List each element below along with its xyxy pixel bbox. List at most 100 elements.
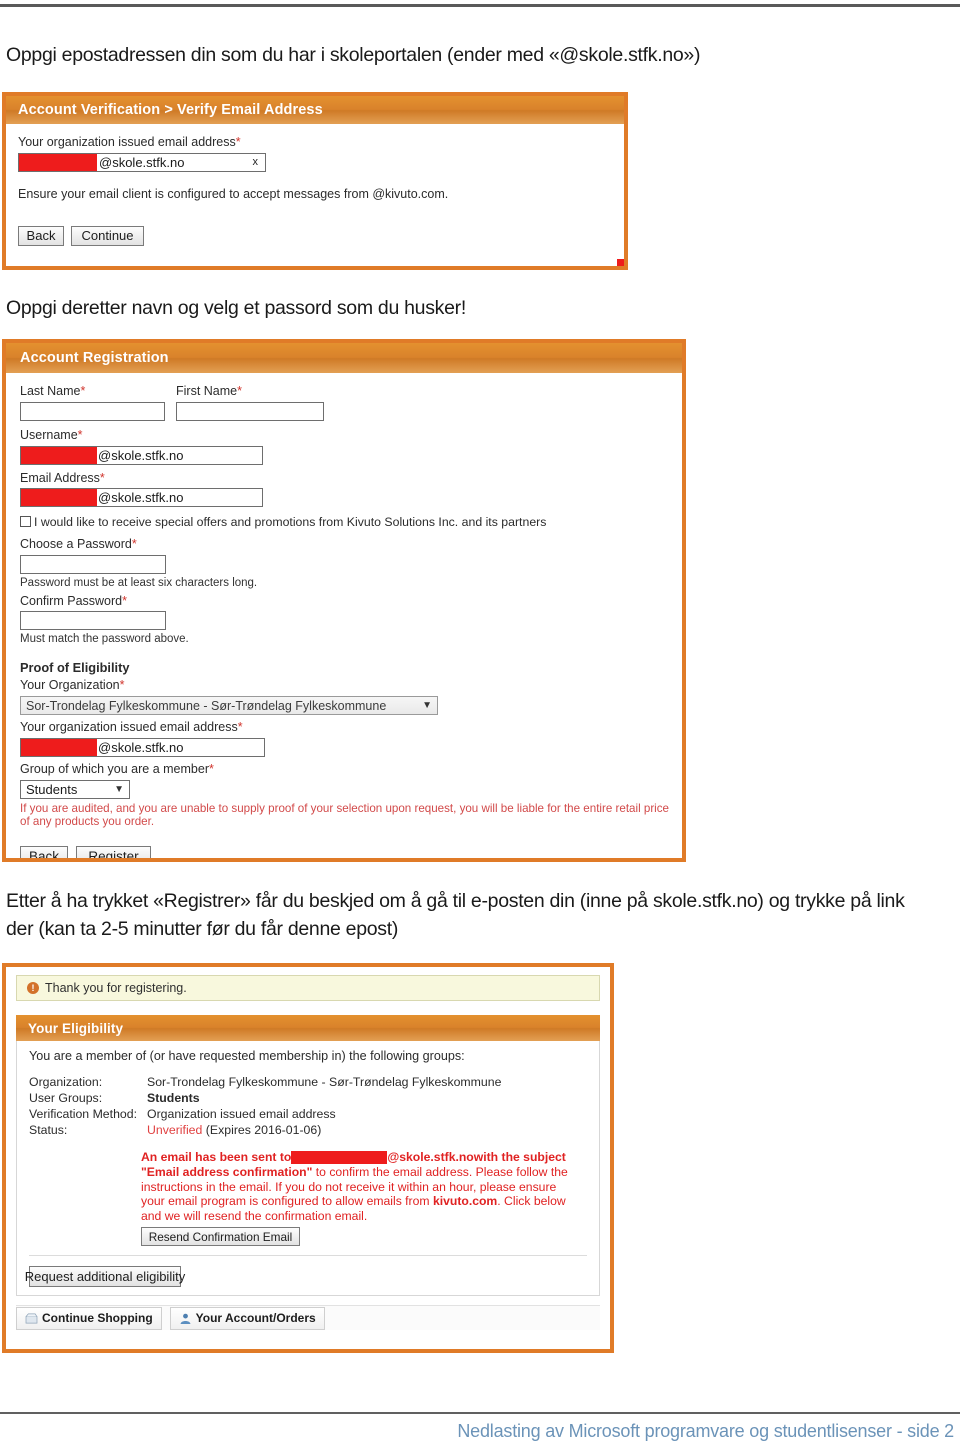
continue-shopping-button[interactable]: Continue Shopping <box>16 1306 162 1330</box>
password-input[interactable] <box>20 554 166 574</box>
account-verification-body: Your organization issued email address* … <box>6 124 624 246</box>
eligibility-intro-text: You are a member of (or have requested m… <box>29 1049 465 1063</box>
message-line-4-prefix: your email program is configured to allo… <box>141 1194 433 1209</box>
group-select-value: Students <box>26 781 78 797</box>
kivuto-domain: kivuto.com <box>432 1194 498 1209</box>
message-line-1-prefix: An email has been sent to <box>141 1149 292 1164</box>
intro-paragraph: Oppgi epostadressen din som du har i sko… <box>6 44 701 66</box>
redacted-email-block <box>21 489 97 507</box>
shopping-bag-icon <box>25 1313 38 1324</box>
group-label: Group of which you are a member <box>20 761 209 776</box>
message-line-2-rest: to confirm the email address. Please fol… <box>312 1164 568 1179</box>
chevron-down-icon: ▼ <box>422 700 432 712</box>
required-asterisk: * <box>99 470 105 485</box>
email-address-label: Email Address <box>20 470 100 485</box>
audit-warning-text: If you are audited, and you are unable t… <box>20 801 670 829</box>
panel-header-your-eligibility: Your Eligibility <box>16 1015 600 1041</box>
register-button[interactable]: Register <box>76 845 151 858</box>
request-additional-eligibility-button[interactable]: Request additional eligibility <box>25 1266 185 1288</box>
organization-select[interactable]: Sor-Trondelag Fylkeskommune - Sør-Trønde… <box>20 696 438 716</box>
confirm-password-hint: Must match the password above. <box>20 633 189 646</box>
your-account-orders-label: Your Account/Orders <box>195 1311 316 1326</box>
continue-shopping-label: Continue Shopping <box>42 1311 153 1326</box>
required-asterisk: * <box>119 678 125 693</box>
panel-header-account-verification: Account Verification > Verify Email Addr… <box>6 96 624 124</box>
footer-rule <box>0 1412 960 1414</box>
last-name-input[interactable] <box>20 401 165 421</box>
proof-of-eligibility-heading: Proof of Eligibility <box>20 660 130 676</box>
eligibility-footer-bar: Continue Shopping Your Account/Orders <box>16 1305 600 1331</box>
screenshot-your-eligibility: ! Thank you for registering. Your Eligib… <box>2 963 614 1353</box>
eligibility-rows: Organization: Sor-Trondelag Fylkeskommun… <box>29 1075 587 1137</box>
registration-buttons: Back Register <box>20 845 668 858</box>
panel-title-text: Account Verification > Verify Email Addr… <box>18 102 323 118</box>
screenshot-account-registration: Account Registration Last Name* First Na… <box>2 339 686 862</box>
row-value: Students <box>147 1090 200 1105</box>
page-footer-text: Nedlasting av Microsoft programvare og s… <box>457 1421 954 1441</box>
panel-title-text: Your Eligibility <box>28 1020 124 1036</box>
clear-field-icon[interactable]: x <box>253 156 266 168</box>
first-name-label: First Name <box>176 384 238 398</box>
email-domain-text: @skole.stfk.no <box>98 490 184 506</box>
status-expiry: (Expires 2016-01-06) <box>205 1122 322 1137</box>
org-email-input[interactable]: @skole.stfk.no <box>20 737 265 757</box>
message-line-4: your email program is configured to allo… <box>141 1194 587 1209</box>
back-button[interactable]: Back <box>20 845 68 858</box>
status-key: Status: <box>29 1122 68 1137</box>
required-asterisk: * <box>131 536 137 551</box>
first-name-input[interactable] <box>176 401 324 421</box>
org-email-domain-text: @skole.stfk.no <box>98 739 184 755</box>
message-line-1: An email has been sent to @skole.stfk.no… <box>141 1150 587 1165</box>
resend-confirmation-email-button[interactable]: Resend Confirmation Email <box>141 1227 300 1247</box>
account-verification-buttons: Back Continue <box>18 225 612 246</box>
offers-checkbox-row[interactable]: I would like to receive special offers a… <box>20 515 668 530</box>
last-name-group: Last Name* <box>20 384 165 421</box>
org-email-label: Your organization issued email address <box>20 720 238 735</box>
eligibility-row: User Groups: Students <box>29 1091 587 1105</box>
org-email-label-row: Your organization issued email address* <box>18 135 612 150</box>
thank-you-alert: ! Thank you for registering. <box>16 975 600 1001</box>
your-account-orders-button[interactable]: Your Account/Orders <box>169 1306 325 1330</box>
confirm-password-label: Confirm Password <box>20 593 123 608</box>
row-value: Sor-Trondelag Fylkeskommune - Sør-Trønde… <box>147 1074 502 1089</box>
ensure-email-client-text: Ensure your email client is configured t… <box>18 186 449 201</box>
message-recipient-domain: @skole.stfk.no <box>387 1149 474 1164</box>
message-line-5: and we will resend the confirmation emai… <box>141 1209 368 1224</box>
offers-checkbox[interactable] <box>20 516 31 528</box>
organization-select-value: Sor-Trondelag Fylkeskommune - Sør-Trønde… <box>26 698 387 713</box>
org-email-input[interactable]: @skole.stfk.no x <box>18 152 266 172</box>
org-email-label: Your organization issued email address <box>18 135 236 149</box>
panel-header-account-registration: Account Registration <box>6 343 682 373</box>
required-asterisk: * <box>237 384 242 398</box>
username-domain-text: @skole.stfk.no <box>98 447 184 463</box>
confirm-password-input[interactable] <box>20 611 166 631</box>
required-asterisk: * <box>122 593 127 608</box>
required-asterisk: * <box>235 135 241 149</box>
row-value: Organization issued email address <box>147 1106 336 1121</box>
name-fields-row: Last Name* First Name* <box>20 384 668 421</box>
chevron-down-icon: ▼ <box>114 783 124 795</box>
eligibility-row: Verification Method: Organization issued… <box>29 1107 587 1121</box>
back-button[interactable]: Back <box>18 225 64 246</box>
redacted-username-block <box>19 153 97 171</box>
continue-button[interactable]: Continue <box>71 225 144 246</box>
eligibility-row: Organization: Sor-Trondelag Fylkeskommun… <box>29 1075 587 1089</box>
account-registration-body: Last Name* First Name* Username* @skole.… <box>6 373 682 858</box>
row-key: Organization: <box>29 1074 103 1089</box>
message-line-2: "Email address confirmation" to confirm … <box>141 1165 587 1180</box>
eligibility-panel: Your Eligibility You are a member of (or… <box>16 1015 600 1297</box>
second-paragraph: Oppgi deretter navn og velg et passord s… <box>6 297 466 319</box>
message-line-4-suffix: . Click below <box>497 1194 566 1209</box>
panel-title-text: Account Registration <box>20 350 169 366</box>
username-input[interactable]: @skole.stfk.no <box>20 445 263 465</box>
screenshot-account-verification: Account Verification > Verify Email Addr… <box>2 92 628 270</box>
section-divider <box>29 1255 587 1257</box>
email-address-input[interactable]: @skole.stfk.no <box>20 488 263 508</box>
group-select[interactable]: Students ▼ <box>20 779 130 799</box>
status-badge: Unverified <box>147 1122 203 1137</box>
first-name-group: First Name* <box>176 384 324 421</box>
thank-you-text: Thank you for registering. <box>45 981 187 995</box>
required-asterisk: * <box>77 427 83 442</box>
row-key: User Groups: <box>29 1090 103 1105</box>
redacted-recipient-block <box>291 1150 388 1164</box>
